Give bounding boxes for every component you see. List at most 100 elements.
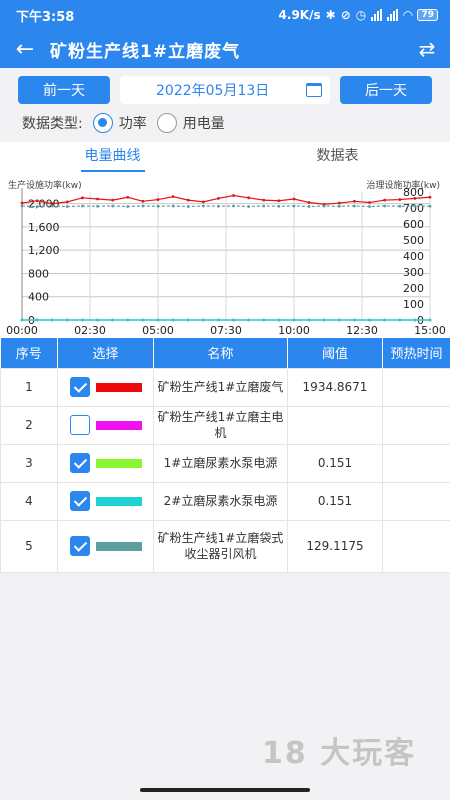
row-checkbox[interactable]	[69, 536, 90, 556]
series-point	[307, 318, 311, 322]
tab-power-curve[interactable]: 电量曲线	[0, 142, 225, 174]
right-tick-label: 300	[403, 266, 424, 279]
series-point	[186, 205, 190, 208]
x-tick-label: 15:00	[414, 324, 446, 337]
left-tick-label: 1,600	[28, 221, 60, 234]
status-icons: 4.9K/s ✱ ⊘ ◷ ◠ 79	[279, 8, 438, 22]
row-select	[57, 367, 154, 407]
radio-power[interactable]: 功率	[92, 113, 147, 133]
series-point	[20, 318, 24, 322]
series-point	[35, 199, 39, 203]
series-point	[428, 195, 432, 199]
row-color-swatch	[95, 420, 142, 430]
wifi-icon: ◠	[403, 8, 413, 22]
left-tick-label: 1,200	[28, 244, 60, 257]
row-index: 2	[0, 405, 58, 445]
right-tick-label: 400	[403, 250, 424, 263]
swap-icon[interactable]: ⇄	[404, 37, 450, 61]
series-point	[337, 318, 341, 322]
series-point	[201, 318, 205, 322]
left-tick-label: 800	[28, 267, 49, 280]
row-checkbox[interactable]	[69, 377, 90, 397]
radio-energy-label: 用电量	[182, 116, 225, 132]
row-name: 矿粉生产线1#立磨主电机	[153, 405, 288, 445]
top-bar: 下午3:58 4.9K/s ✱ ⊘ ◷ ◠ 79 ← 矿粉生产线1#立磨废气 ⇄	[0, 0, 450, 68]
back-arrow-icon[interactable]: ←	[0, 37, 50, 62]
series-point	[368, 201, 371, 204]
series-point	[337, 204, 341, 208]
series-point	[428, 204, 432, 208]
series-point	[398, 318, 402, 322]
header-threshold: 阈值	[287, 338, 383, 368]
table-row[interactable]: 4 2#立磨尿素水泵电源 0.151	[0, 481, 450, 521]
row-checkbox[interactable]	[69, 453, 90, 473]
series-point	[50, 204, 54, 208]
row-color-swatch	[95, 458, 142, 468]
radio-energy-indicator	[156, 113, 177, 133]
series-point	[81, 318, 84, 322]
x-tick-label: 10:00	[278, 324, 310, 337]
row-name: 矿粉生产线1#立磨废气	[153, 367, 288, 407]
x-tick-label: 12:30	[346, 324, 378, 337]
table-row[interactable]: 3 1#立磨尿素水泵电源 0.151	[0, 443, 450, 483]
table-header: 序号 选择 名称 阈值 预热时间	[0, 338, 450, 368]
series-point	[20, 204, 24, 208]
next-day-button[interactable]: 后一天	[340, 76, 432, 104]
row-threshold: 0.151	[287, 481, 383, 521]
date-picker[interactable]: 2022年05月13日	[120, 76, 330, 104]
series-point	[247, 318, 251, 322]
radio-power-indicator	[92, 113, 113, 133]
row-threshold: 1934.8671	[287, 367, 383, 407]
series-point	[96, 204, 99, 208]
row-name: 矿粉生产线1#立磨袋式收尘器引风机	[153, 519, 288, 573]
series-point	[96, 197, 99, 201]
series-point	[322, 318, 326, 322]
row-checkbox[interactable]	[69, 491, 90, 511]
series-point	[65, 200, 69, 204]
right-tick-label: 500	[403, 234, 424, 247]
data-type-label: 数据类型:	[22, 116, 83, 132]
table-row[interactable]: 1 矿粉生产线1#立磨废气 1934.8671	[0, 367, 450, 407]
table-row[interactable]: 5 矿粉生产线1#立磨袋式收尘器引风机 129.1175	[0, 519, 450, 573]
series-point	[65, 318, 69, 322]
series-point	[126, 318, 130, 322]
left-tick-label: 2,000	[28, 198, 60, 211]
row-name: 1#立磨尿素水泵电源	[153, 443, 288, 483]
series-point	[292, 204, 296, 208]
tab-data-table[interactable]: 数据表	[225, 142, 450, 174]
series-point	[50, 318, 54, 322]
calendar-icon	[306, 83, 322, 97]
series-point	[111, 204, 115, 208]
series-point	[81, 204, 84, 208]
prev-day-button[interactable]: 前一天	[18, 76, 110, 104]
series-point	[171, 195, 175, 199]
power-chart: 生产设施功率(kw) 治理设施功率(kw) 04008001,2001,6002…	[0, 174, 450, 338]
series-point	[337, 201, 341, 205]
series-point	[353, 318, 356, 322]
series-point	[232, 318, 235, 322]
radio-energy[interactable]: 用电量	[156, 113, 225, 133]
row-checkbox[interactable]	[69, 415, 90, 435]
series-point	[413, 197, 417, 200]
series-point	[217, 204, 220, 208]
series-point	[232, 194, 235, 197]
row-select	[57, 519, 154, 573]
row-index: 5	[0, 519, 58, 573]
left-tick-label: 400	[28, 291, 49, 304]
table-row[interactable]: 2 矿粉生产线1#立磨主电机	[0, 405, 450, 445]
home-indicator[interactable]	[140, 788, 310, 792]
series-point	[65, 205, 69, 208]
series-point	[20, 201, 24, 205]
mute-icon: ⊘	[340, 8, 351, 22]
chart-svg: 04008001,2001,6002,000010020030040050060…	[6, 186, 446, 337]
series-point	[156, 204, 160, 208]
series-point	[277, 204, 281, 208]
right-tick-label: 200	[403, 282, 424, 295]
status-bar: 下午3:58 4.9K/s ✱ ⊘ ◷ ◠ 79	[0, 0, 450, 30]
row-threshold: 0.151	[287, 443, 383, 483]
series-point	[262, 198, 266, 202]
row-select	[57, 405, 154, 445]
series-point	[217, 197, 220, 200]
row-preheat	[382, 481, 450, 521]
series-point	[201, 200, 205, 204]
